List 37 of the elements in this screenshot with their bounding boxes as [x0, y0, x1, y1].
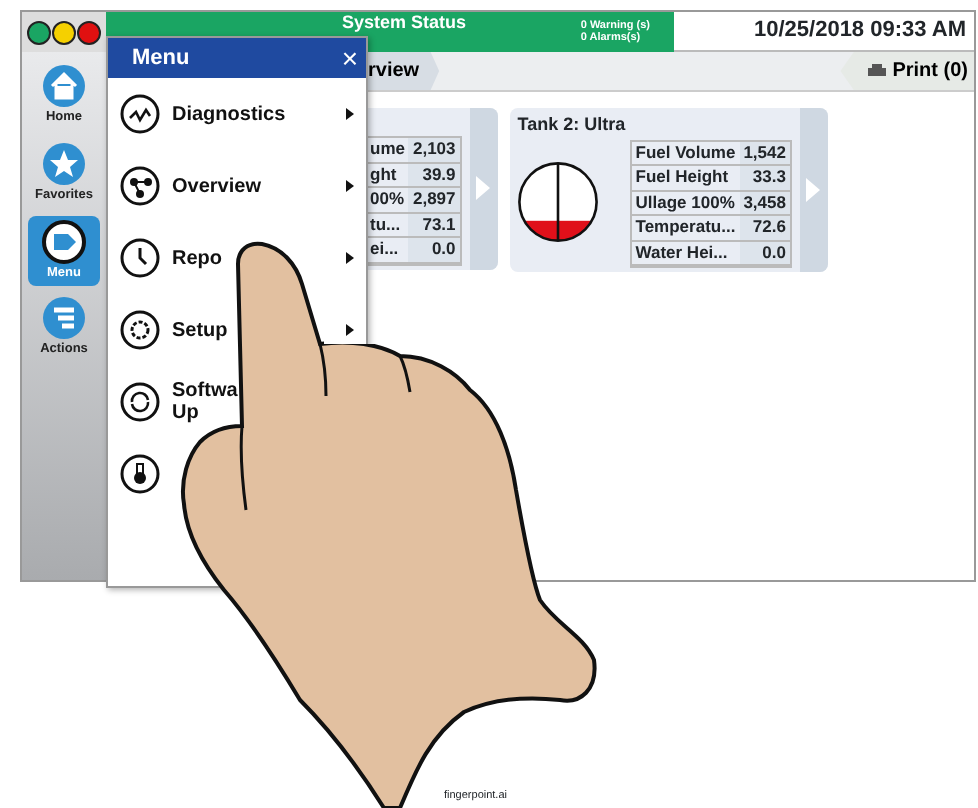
table-cell: 2,103 — [408, 138, 460, 163]
menu-option[interactable]: Softwa Up — [172, 380, 238, 424]
table-cell: 0.0 — [408, 238, 460, 263]
table-cell: 1,542 — [739, 141, 790, 166]
tag-icon — [42, 219, 86, 263]
refresh-icon[interactable] — [120, 382, 160, 422]
print-button[interactable]: Print (0) — [840, 52, 974, 90]
status-lights-icon[interactable] — [26, 19, 102, 45]
triangle-icon — [476, 176, 491, 201]
network-icon[interactable] — [120, 166, 160, 206]
lock-icon[interactable] — [120, 454, 160, 494]
tank-gauge — [517, 161, 598, 246]
table-cell: 73.1 — [408, 213, 460, 238]
gear-icon[interactable] — [120, 310, 160, 350]
finger-drawing — [232, 240, 324, 344]
triangle-icon — [806, 178, 821, 202]
home-icon — [42, 64, 86, 108]
table-cell: 2,897 — [408, 188, 460, 213]
close-button[interactable]: × — [341, 44, 358, 72]
table-cell: 72.6 — [739, 216, 790, 241]
list-icon — [42, 296, 86, 341]
menu-title: Menu — [132, 43, 190, 74]
tank-title: Tank 2: Ultra — [517, 112, 628, 138]
clock-icon[interactable] — [120, 238, 160, 278]
menu-option[interactable]: Repo — [172, 247, 222, 269]
menu-option[interactable]: Setup — [172, 319, 228, 341]
printer-icon — [868, 64, 887, 78]
menu-option[interactable]: Diagnostics — [172, 103, 286, 125]
menu-option[interactable]: Overview — [172, 175, 261, 197]
table-cell: 33.3 — [739, 166, 790, 191]
status-title: System Status — [342, 12, 467, 34]
table-cell: 3,458 — [739, 191, 790, 216]
breadcrumb-tab[interactable]: rview — [368, 52, 440, 90]
table-cell: 39.9 — [408, 163, 460, 188]
table-cell: Water Hei... — [631, 241, 740, 266]
table-cell: 0.0 — [739, 241, 790, 266]
wave-icon[interactable] — [120, 94, 160, 134]
